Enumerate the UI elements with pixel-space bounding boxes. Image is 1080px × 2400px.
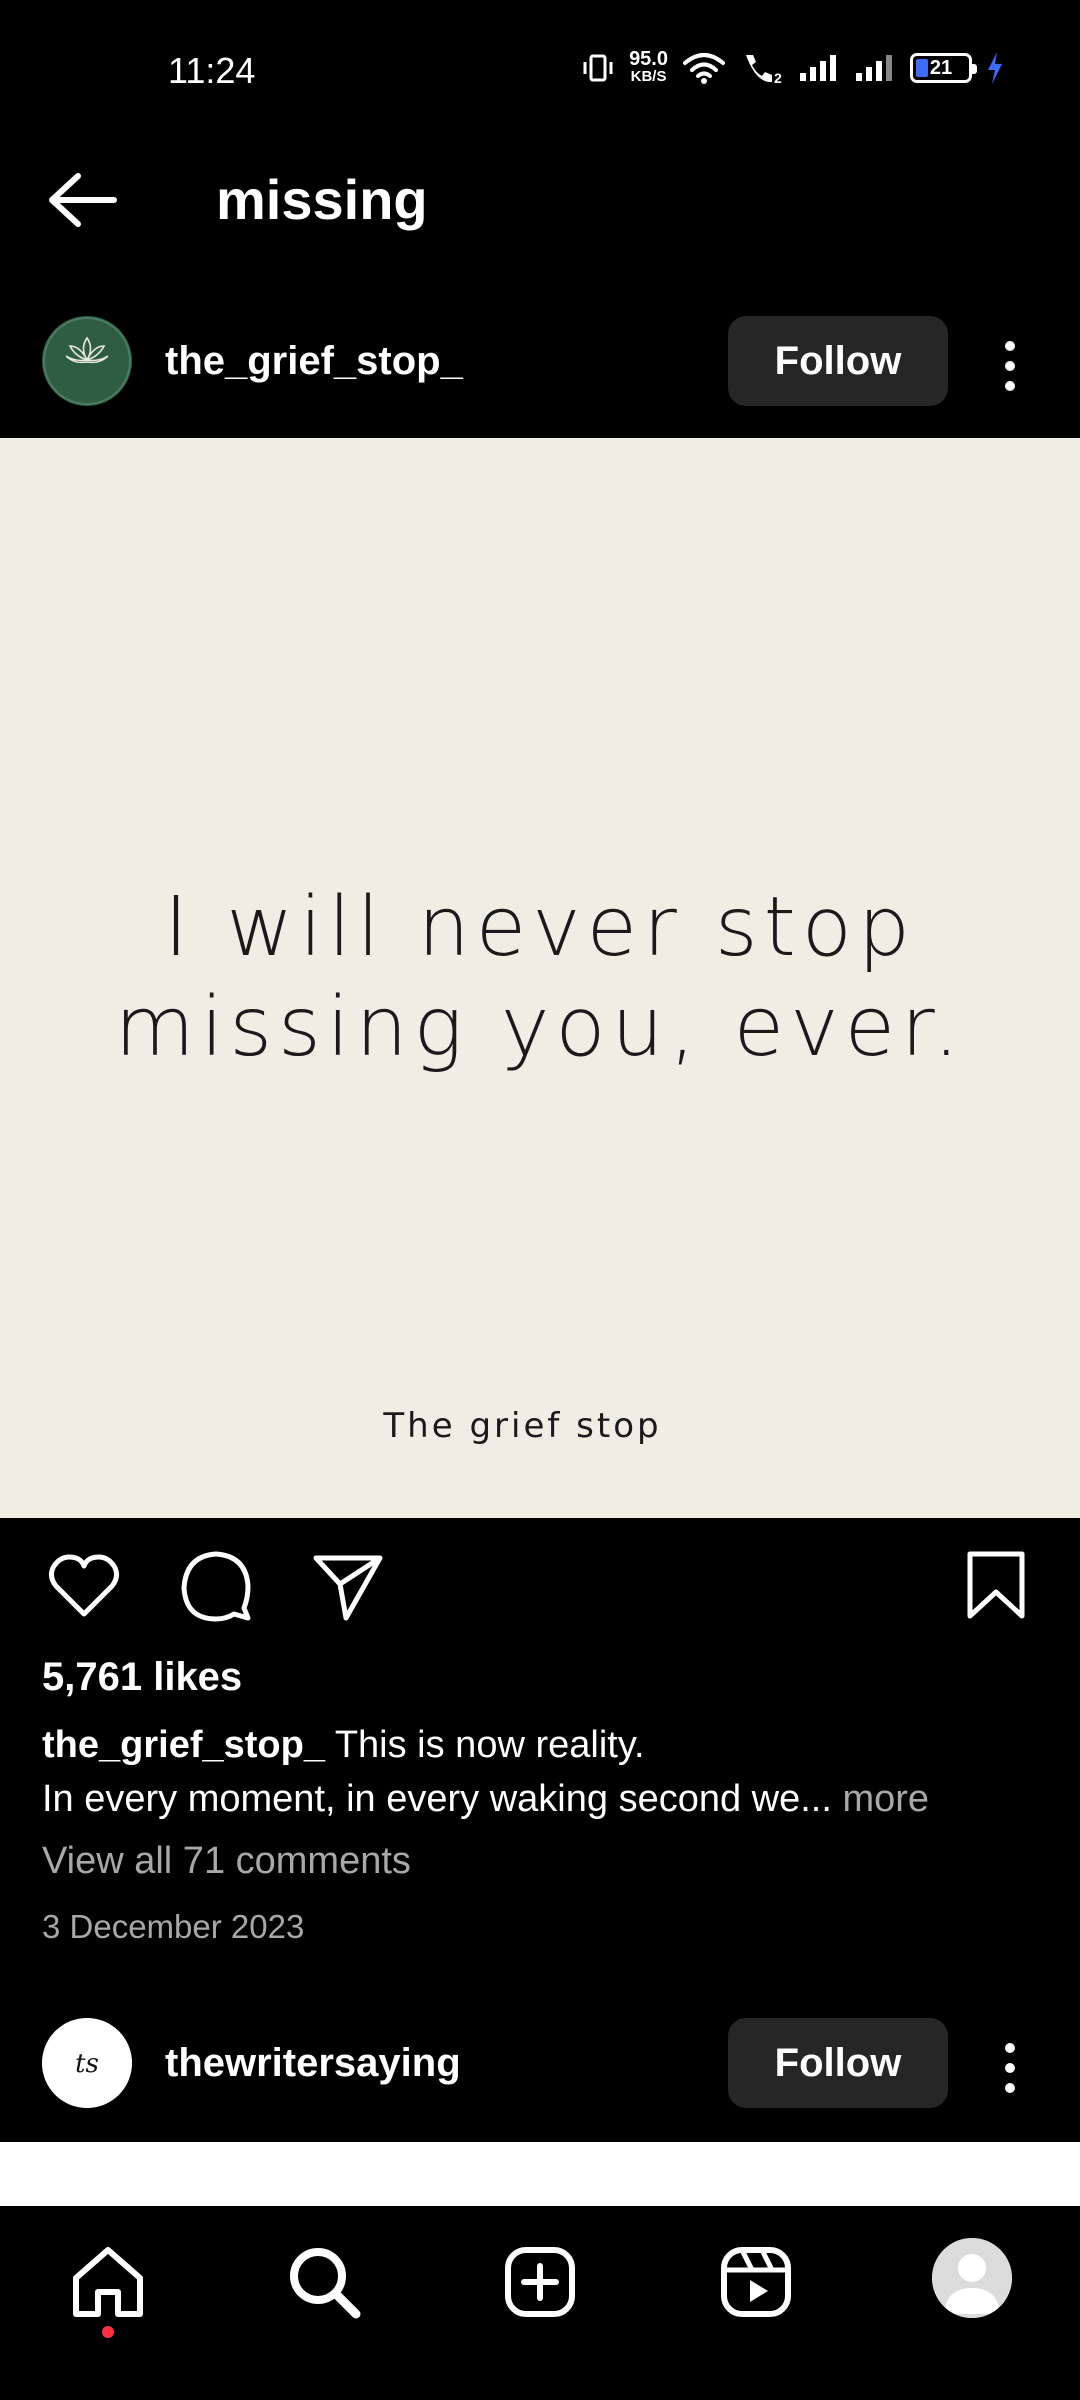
post-image[interactable]: I will never stop missing you, ever. The… <box>0 438 1080 1518</box>
profile-avatar-icon <box>932 2238 1012 2318</box>
status-time: 11:24 <box>168 50 256 91</box>
nav-create[interactable] <box>500 2242 580 2322</box>
caption-line-2: In every moment, in every waking second … <box>42 1778 832 1820</box>
home-icon <box>73 2247 143 2317</box>
post-username-2[interactable]: thewritersaying <box>165 2038 461 2088</box>
reels-icon <box>721 2247 791 2317</box>
bottom-navigation <box>0 2206 1080 2400</box>
svg-text:2: 2 <box>774 70 782 85</box>
signal-icon-sim1 <box>800 55 836 81</box>
header: missing <box>0 140 1080 260</box>
lotus-logo-icon <box>43 317 131 405</box>
nav-profile[interactable] <box>932 2238 1012 2318</box>
heart-icon <box>48 1554 120 1617</box>
post-username[interactable]: the_grief_stop_ <box>165 336 463 386</box>
status-bar: 11:24 95.0 KB/S 2 21 <box>0 0 1080 140</box>
network-speed-unit: KB/S <box>630 68 667 85</box>
nav-reels[interactable] <box>716 2242 796 2322</box>
post-date: 3 December 2023 <box>42 1908 305 1945</box>
view-comments-link[interactable]: View all 71 comments <box>42 1840 411 1883</box>
save-button[interactable] <box>958 1548 1034 1624</box>
paper-plane-icon <box>313 1555 383 1621</box>
avatar-2[interactable]: ts <box>42 2018 132 2108</box>
arrow-left-icon <box>49 173 117 227</box>
charging-icon <box>988 52 1002 84</box>
share-button[interactable] <box>310 1548 386 1624</box>
more-options-button-2[interactable] <box>990 2038 1030 2098</box>
avatar-2-text: ts <box>75 2049 99 2079</box>
battery-level: 21 <box>929 56 953 79</box>
like-button[interactable] <box>46 1548 122 1624</box>
caption-username[interactable]: the_grief_stop_ <box>42 1724 325 1766</box>
nav-search[interactable] <box>284 2242 364 2322</box>
follow-button[interactable]: Follow <box>728 316 948 406</box>
notification-dot <box>102 2326 114 2338</box>
vibrate-icon <box>583 54 613 82</box>
avatar[interactable] <box>42 316 132 406</box>
nav-home[interactable] <box>68 2242 148 2322</box>
quote-line-1: I will never stop <box>164 880 916 975</box>
caption-more-link[interactable]: more <box>832 1778 929 1820</box>
comment-bubble-icon <box>181 1551 251 1622</box>
quote-line-2: missing you, ever. <box>114 980 966 1075</box>
next-post-image-edge[interactable] <box>0 2142 1080 2206</box>
network-speed-value: 95.0 <box>629 48 668 70</box>
network-speed: 95.0 KB/S <box>629 48 668 86</box>
more-vertical-icon <box>1005 341 1015 351</box>
post-header: the_grief_stop_ Follow <box>0 306 1080 416</box>
caption-line-1: This is now reality. <box>324 1724 645 1766</box>
page-title: missing <box>216 168 428 231</box>
follow-button-2[interactable]: Follow <box>728 2018 948 2108</box>
status-icons: 95.0 KB/S 2 21 <box>581 48 1004 86</box>
post-actions <box>0 1540 1080 1630</box>
writer-logo-icon: ts <box>42 2018 132 2108</box>
wifi-icon <box>683 53 725 84</box>
signal-icon-sim2 <box>856 55 892 81</box>
likes-count[interactable]: 5,761 likes <box>42 1655 242 1700</box>
post-image-quote: I will never stop missing you, ever. <box>0 878 1080 1078</box>
post-caption[interactable]: the_grief_stop_ This is now reality. In … <box>42 1718 1042 1826</box>
back-button[interactable] <box>44 168 124 232</box>
more-options-button[interactable] <box>990 336 1030 396</box>
wifi-call-icon: 2 <box>746 55 782 85</box>
more-vertical-icon <box>1005 2043 1015 2053</box>
bookmark-icon <box>967 1551 1025 1619</box>
comment-button[interactable] <box>178 1548 254 1624</box>
battery-icon: 21 <box>910 53 977 83</box>
post-header-2: ts thewritersaying Follow <box>0 2008 1080 2118</box>
post-image-brand: The grief stop <box>383 1406 662 1446</box>
plus-square-icon <box>505 2247 575 2317</box>
search-icon <box>290 2248 361 2319</box>
